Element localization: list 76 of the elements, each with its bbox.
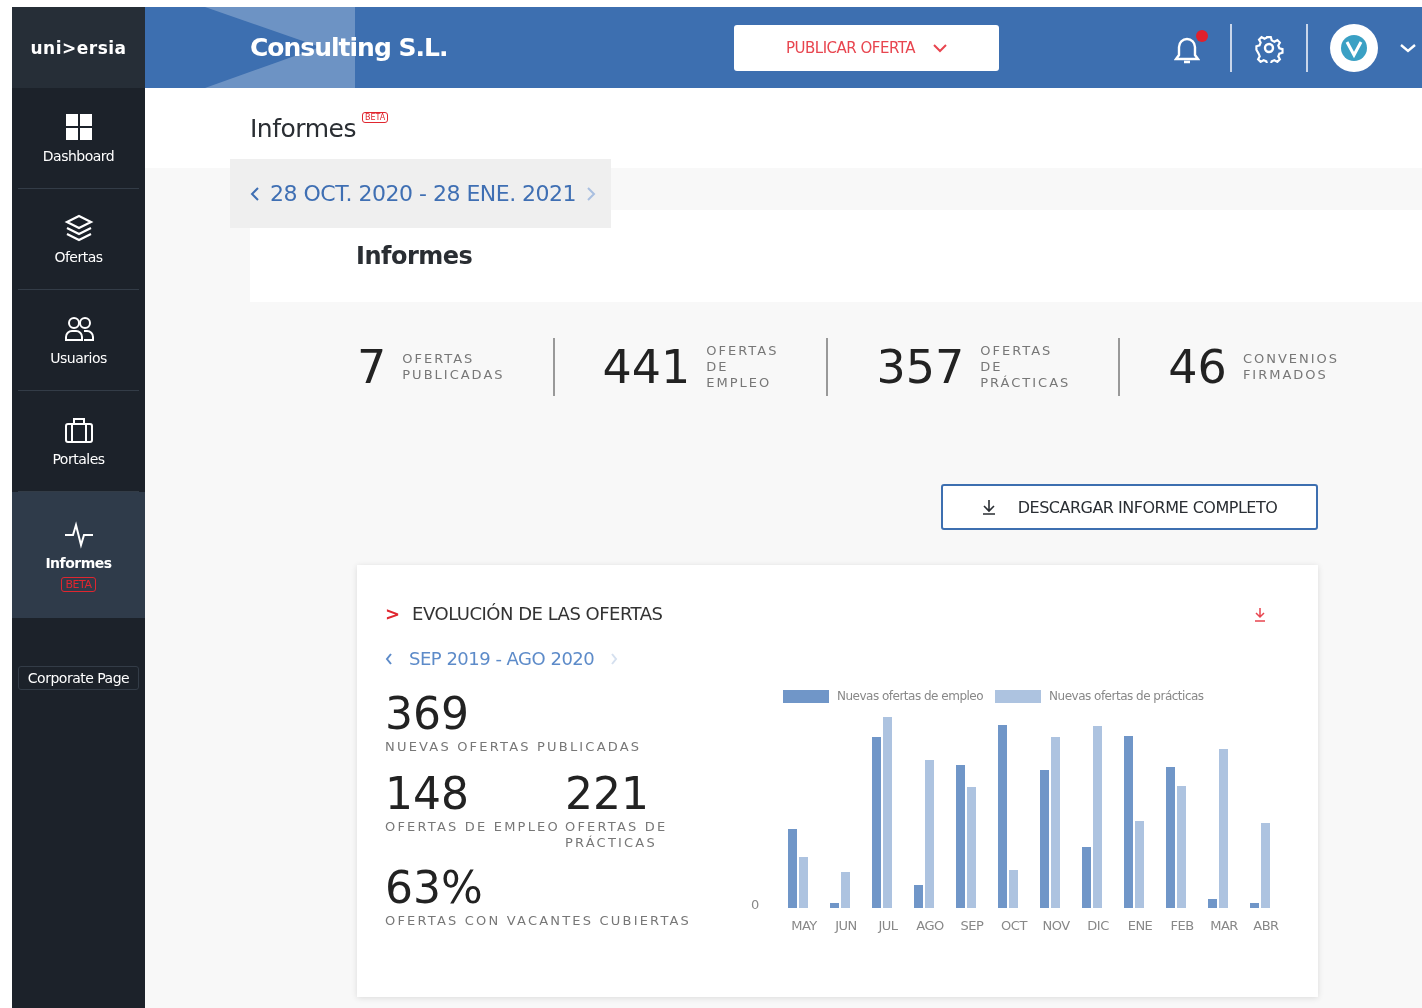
month-label: SEP [959,918,985,933]
unread-dot [1196,29,1208,42]
bar [841,872,850,908]
date-range: SEP 2019 - AGO 2020 [409,648,595,669]
axis-tick: 0 [751,897,761,912]
chevron-down-icon [933,42,947,53]
stat-label: OFERTAS DE PRÁCTICAS [980,343,1071,391]
bar [1250,903,1259,908]
stat-label: CONVENIOS FIRMADOS [1242,351,1340,383]
legend-label: Nuevas ofertas de prácticas [1049,689,1204,703]
sidebar-item[interactable]: Dashboard [18,88,139,189]
briefcase-icon [63,415,94,445]
stat-label: OFERTAS DE EMPLEO [706,343,779,391]
stat-label: OFERTAS CON VACANTES CUBIERTAS [385,913,693,929]
sidebar-label: Dashboard [42,148,115,164]
stat-value: 7 [357,340,387,394]
bar [1009,870,1018,908]
sidebar-item[interactable]: Informes BETA [12,492,145,618]
bar [914,885,923,908]
bar [1082,847,1091,908]
date-range: 28 OCT. 2020 - 28 ENE. 2021 [270,181,577,206]
stat-value: 46 [1168,340,1227,394]
download-icon[interactable] [1254,605,1266,622]
marker-glyph: > [385,603,401,624]
month-label: JUL [876,918,899,933]
user-avatar[interactable] [1330,23,1378,72]
month-label: NOV [1041,918,1071,933]
month-label: ENE [1126,918,1154,933]
stat-label: NUEVAS OFERTAS PUBLICADAS [385,739,643,755]
section-title: Informes [356,242,473,270]
month-label: FEB [1169,918,1195,933]
month-label: DIC [1086,918,1110,933]
users-icon [63,314,94,344]
sidebar-item[interactable]: Usuarios [18,290,139,391]
publish-offer-button[interactable]: PUBLICAR OFERTA [734,24,999,71]
month-label: OCT [1000,918,1029,933]
layers-icon [63,213,94,243]
sidebar-label: Informes [45,554,112,571]
download-report-button[interactable]: DESCARGAR INFORME COMPLETO [941,484,1318,530]
month-label: MAY [790,918,818,933]
chevron-left-icon[interactable] [385,651,393,666]
stat-value: 441 [602,340,691,394]
stat-label: OFERTAS DE PRÁCTICAS [565,819,669,851]
stat-label: OFERTAS PUBLICADAS [402,351,505,383]
bell-icon [1174,35,1200,66]
stat-value: 63% [385,863,484,913]
stat-value: 148 [385,769,470,819]
stat-value: 369 [385,689,470,739]
bar [799,857,808,908]
sidebar-label: Ofertas [54,249,103,265]
beta-badge: BETA [60,576,97,592]
month-label: ABR [1252,918,1280,933]
chevron-left-icon[interactable] [250,185,260,202]
corporate-page-button[interactable]: Corporate Page [18,666,139,690]
legend-label: Nuevas ofertas de empleo [837,689,984,703]
page-title: Informes [250,113,356,143]
sidebar-item[interactable]: Ofertas [18,189,139,290]
grid-icon [63,112,94,142]
company-name: Consulting S.L. [250,33,449,62]
download-icon [981,499,996,515]
card-title: EVOLUCIÓN DE LAS OFERTAS [412,603,663,624]
notification-bell[interactable] [1174,29,1208,66]
month-label: MAR [1209,918,1239,933]
stat-value: 221 [565,769,650,819]
app-logo[interactable]: uni>ersia [12,7,145,88]
month-label: JUN [833,918,858,933]
sidebar-label: Usuarios [50,350,107,366]
bar [1208,899,1217,908]
bar [830,903,839,908]
sidebar-label: Portales [52,451,105,467]
month-label: AGO [915,918,945,933]
beta-badge: BETA [361,112,389,123]
chevron-down-icon[interactable] [1400,42,1416,53]
v-logo-icon [1339,32,1369,63]
stat-value: 357 [876,340,965,394]
stat-label: OFERTAS DE EMPLEO [385,819,561,835]
